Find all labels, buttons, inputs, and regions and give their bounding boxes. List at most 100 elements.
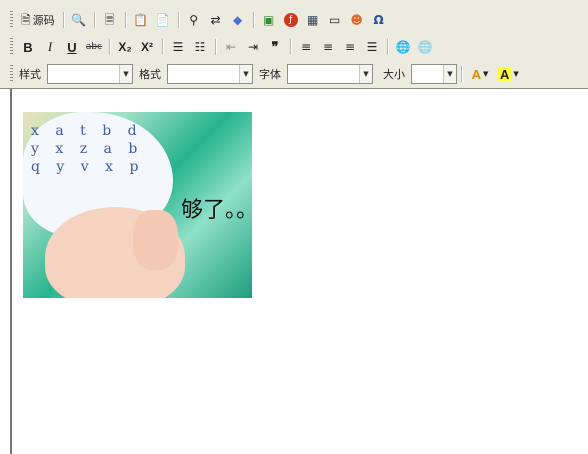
italic-button[interactable]: I — [40, 37, 60, 57]
toolbar-separator — [252, 12, 254, 28]
photo-baby-hand — [133, 210, 178, 270]
align-left-icon: ≡ — [300, 40, 312, 54]
size-select-value — [412, 65, 443, 83]
align-right-icon: ≡ — [344, 40, 356, 54]
strikethrough-button[interactable]: abc — [84, 37, 104, 57]
underline-button[interactable]: U — [62, 37, 82, 57]
chevron-down-icon[interactable]: ▼ — [359, 65, 372, 83]
document-icon: 🗎 — [21, 13, 31, 27]
font-label: 字体 — [259, 68, 281, 81]
unlink-globe-icon: 🌐 — [417, 40, 433, 54]
format-label: 格式 — [139, 68, 161, 81]
font-select[interactable]: ▼ — [287, 64, 373, 84]
remove-format-button[interactable]: ◆ — [228, 10, 248, 30]
numbered-list-button[interactable]: ☰ — [168, 37, 188, 57]
toolbar-separator — [62, 12, 64, 28]
replace-button[interactable]: ⇄ — [206, 10, 226, 30]
preview-icon: 🔍 — [71, 13, 87, 27]
paste-icon: 📋 — [133, 13, 149, 27]
chevron-down-icon[interactable]: ▼ — [443, 65, 456, 83]
toolbar-separator — [162, 39, 163, 55]
editor-content-area[interactable]: x a t b d y x z a b q y v x p 够了。。 — [10, 89, 588, 454]
format-select-value — [168, 65, 239, 83]
bg-color-button[interactable]: A ▼ — [495, 64, 522, 84]
align-left-button[interactable]: ≡ — [296, 37, 316, 57]
style-select[interactable]: ▼ — [47, 64, 133, 84]
align-center-button[interactable]: ≡ — [318, 37, 338, 57]
image-caption: 够了。。 — [181, 198, 252, 223]
replace-icon: ⇄ — [210, 13, 221, 27]
strikethrough-icon: abc — [85, 42, 103, 52]
style-label: 样式 — [19, 68, 41, 81]
insert-image-button[interactable]: ▣ — [259, 10, 279, 30]
size-select[interactable]: ▼ — [411, 64, 457, 84]
toolbar-grip[interactable] — [10, 11, 13, 29]
horizontal-rule-icon: ▭ — [328, 13, 341, 27]
blockquote-button[interactable]: ❞ — [265, 37, 285, 57]
baby-photo[interactable]: x a t b d y x z a b q y v x p 够了。。 — [23, 112, 252, 298]
toolbar-separator — [177, 12, 179, 28]
superscript-button[interactable]: X² — [137, 37, 157, 57]
smiley-icon: ☻ — [350, 13, 363, 27]
align-right-button[interactable]: ≡ — [340, 37, 360, 57]
toolbar-separator — [461, 66, 462, 82]
bulleted-list-icon: ☷ — [194, 40, 206, 54]
subscript-icon: X₂ — [118, 40, 132, 54]
special-char-button[interactable]: Ω — [369, 10, 389, 30]
source-label: 源码 — [32, 14, 55, 27]
outdent-icon: ⇤ — [225, 40, 237, 54]
chevron-down-icon[interactable]: ▼ — [239, 65, 252, 83]
style-select-value — [48, 65, 119, 83]
find-button[interactable]: ⚲ — [184, 10, 204, 30]
template-icon: 🗏 — [104, 13, 115, 27]
flash-icon: ƒ — [283, 13, 298, 27]
italic-icon: I — [47, 39, 53, 54]
omega-icon: Ω — [373, 13, 384, 27]
insert-hr-button[interactable]: ▭ — [325, 10, 345, 30]
insert-table-button[interactable]: ▦ — [303, 10, 323, 30]
paste-word-button[interactable]: 📄 — [153, 10, 173, 30]
toolbar-grip[interactable] — [10, 38, 13, 56]
toolbar-separator — [93, 12, 95, 28]
align-justify-icon: ☰ — [366, 40, 378, 54]
size-label: 大小 — [383, 68, 405, 81]
chevron-down-icon[interactable]: ▼ — [119, 65, 132, 83]
bold-button[interactable]: B — [18, 37, 38, 57]
chevron-down-icon: ▼ — [513, 70, 519, 78]
bold-icon: B — [23, 39, 33, 55]
indent-icon: ⇥ — [247, 40, 259, 54]
eraser-icon: ◆ — [233, 13, 243, 27]
text-color-icon: A — [471, 66, 481, 82]
toolbar-row-2: B I U abc X₂ X² ☰ ☷ ⇤ ⇥ ❞ ≡ ≡ ≡ ☰ 🌐 🌐 — [0, 34, 588, 60]
editor-toolbar: 🗎 源码 🔍 🗏 📋 📄 ⚲ ⇄ ◆ ▣ ƒ ▦ ▭ ☻ Ω B I U abc… — [0, 0, 588, 89]
find-icon: ⚲ — [189, 13, 199, 27]
editor-left-margin — [0, 89, 10, 454]
insert-flash-button[interactable]: ƒ — [281, 10, 301, 30]
outdent-button[interactable]: ⇤ — [221, 37, 241, 57]
toolbar-separator — [387, 39, 388, 55]
chevron-down-icon: ▼ — [483, 70, 489, 78]
indent-button[interactable]: ⇥ — [243, 37, 263, 57]
insert-link-button[interactable]: 🌐 — [393, 37, 413, 57]
text-color-button[interactable]: A ▼ — [467, 64, 493, 84]
blockquote-icon: ❞ — [271, 39, 279, 54]
paste-button[interactable]: 📋 — [131, 10, 151, 30]
align-justify-button[interactable]: ☰ — [362, 37, 382, 57]
hat-pattern: x a t b d y x z a b q y v x p — [31, 123, 145, 175]
remove-link-button[interactable]: 🌐 — [415, 37, 435, 57]
subscript-button[interactable]: X₂ — [115, 37, 135, 57]
source-button[interactable]: 🗎 源码 — [18, 10, 58, 30]
paste-word-icon: 📄 — [155, 13, 171, 27]
format-select[interactable]: ▼ — [167, 64, 253, 84]
numbered-list-icon: ☰ — [172, 40, 184, 54]
toolbar-separator — [109, 39, 110, 55]
templates-button[interactable]: 🗏 — [100, 10, 120, 30]
superscript-icon: X² — [141, 40, 153, 54]
preview-button[interactable]: 🔍 — [69, 10, 89, 30]
align-center-icon: ≡ — [322, 40, 334, 54]
insert-smiley-button[interactable]: ☻ — [347, 10, 367, 30]
table-icon: ▦ — [306, 13, 319, 27]
toolbar-grip[interactable] — [10, 65, 13, 83]
bg-color-icon: A — [498, 66, 512, 82]
bulleted-list-button[interactable]: ☷ — [190, 37, 210, 57]
